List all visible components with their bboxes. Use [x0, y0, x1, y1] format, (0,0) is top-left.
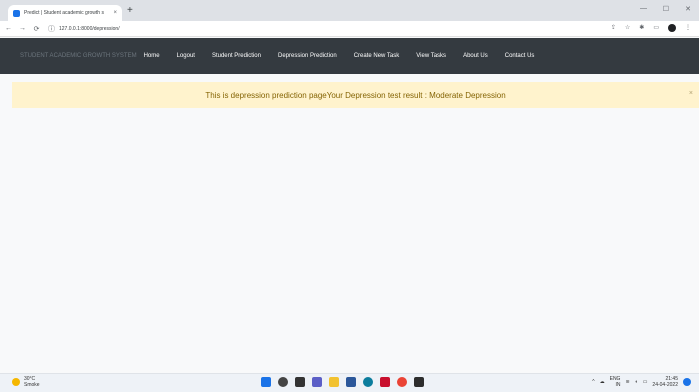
task-view-icon[interactable]: [295, 377, 305, 387]
address-bar-row: ← → ⟳ ⓘ 127.0.0.1:8000/depression/ ⇪ ☆ ✱…: [0, 21, 699, 37]
weather-sun-icon: [12, 378, 20, 386]
notification-icon[interactable]: [683, 378, 691, 386]
url-text: 127.0.0.1:8000/depression/: [59, 25, 120, 32]
nav-link-create-new-task[interactable]: Create New Task: [354, 53, 400, 59]
brand-title[interactable]: STUDENT ACADEMIC GROWTH SYSTEM: [20, 53, 137, 59]
nav-link-depression-prediction[interactable]: Depression Prediction: [278, 53, 337, 59]
maximize-icon[interactable]: ☐: [663, 5, 669, 13]
window-close-icon[interactable]: ✕: [685, 5, 691, 13]
windows-start-icon[interactable]: [261, 377, 271, 387]
store-icon[interactable]: [346, 377, 356, 387]
tab-title: Predict | Student academic growth s: [24, 10, 104, 16]
favicon-icon: [13, 9, 20, 17]
forward-icon[interactable]: →: [17, 25, 28, 32]
browser-tab-strip: Predict | Student academic growth s × + …: [0, 0, 699, 21]
terminal-icon[interactable]: [414, 377, 424, 387]
share-icon[interactable]: ⇪: [611, 24, 616, 32]
back-icon[interactable]: ←: [3, 25, 14, 32]
system-tray: ^ ☁ ENG IN ≋ ◖ ▭ 21:45 24-04-2022: [592, 376, 691, 388]
search-icon[interactable]: [278, 377, 288, 387]
alert-close-icon[interactable]: ×: [689, 90, 693, 97]
wifi-icon[interactable]: ≋: [625, 379, 629, 385]
side-panel-icon[interactable]: ▭: [653, 24, 659, 32]
minimize-icon[interactable]: —: [640, 5, 647, 12]
browser-tab[interactable]: Predict | Student academic growth s ×: [8, 5, 122, 21]
battery-icon[interactable]: ▭: [643, 379, 648, 385]
result-alert: This is depression prediction pageYour D…: [12, 82, 699, 108]
nav-link-contact-us[interactable]: Contact Us: [505, 53, 535, 59]
chat-icon[interactable]: [312, 377, 322, 387]
url-field[interactable]: ⓘ 127.0.0.1:8000/depression/: [48, 23, 120, 35]
reload-icon[interactable]: ⟳: [31, 25, 42, 33]
site-navbar: STUDENT ACADEMIC GROWTH SYSTEM Home Logo…: [0, 38, 699, 74]
language-indicator[interactable]: ENG IN: [610, 376, 621, 388]
lang-bottom: IN: [615, 382, 621, 388]
nav-link-student-prediction[interactable]: Student Prediction: [212, 53, 261, 59]
nav-link-home[interactable]: Home: [144, 53, 160, 59]
clock-date: 24-04-2022: [652, 382, 678, 388]
bookmark-star-icon[interactable]: ☆: [625, 24, 630, 32]
profile-avatar-icon[interactable]: [668, 24, 676, 32]
edge-browser-icon[interactable]: [363, 377, 373, 387]
info-icon[interactable]: ⓘ: [48, 24, 55, 34]
nav-link-view-tasks[interactable]: View Tasks: [416, 53, 446, 59]
browser-toolbar-icons: ⇪ ☆ ✱ ▭ ⋮: [611, 24, 691, 32]
file-explorer-icon[interactable]: [329, 377, 339, 387]
clock[interactable]: 21:45 24-04-2022: [652, 376, 678, 388]
chrome-browser-icon[interactable]: [397, 377, 407, 387]
weather-desc: Smoke: [24, 382, 40, 388]
chevron-up-icon[interactable]: ^: [592, 379, 594, 385]
speaker-icon[interactable]: ◖: [635, 379, 638, 385]
new-tab-button[interactable]: +: [127, 5, 133, 16]
tab-close-icon[interactable]: ×: [113, 10, 117, 16]
cloud-icon[interactable]: ☁: [600, 379, 605, 385]
alert-message: This is depression prediction pageYour D…: [205, 90, 506, 100]
nav-link-about-us[interactable]: About Us: [463, 53, 488, 59]
menu-dots-icon[interactable]: ⋮: [685, 24, 691, 32]
extensions-icon[interactable]: ✱: [639, 24, 644, 32]
nav-link-logout[interactable]: Logout: [177, 53, 195, 59]
os-taskbar: 30°C Smoke ^ ☁ ENG IN ≋ ◖ ▭ 21:45 24-04-…: [0, 373, 699, 392]
weather-widget[interactable]: 30°C Smoke: [12, 376, 40, 388]
security-app-icon[interactable]: [380, 377, 390, 387]
taskbar-apps: [261, 377, 424, 387]
